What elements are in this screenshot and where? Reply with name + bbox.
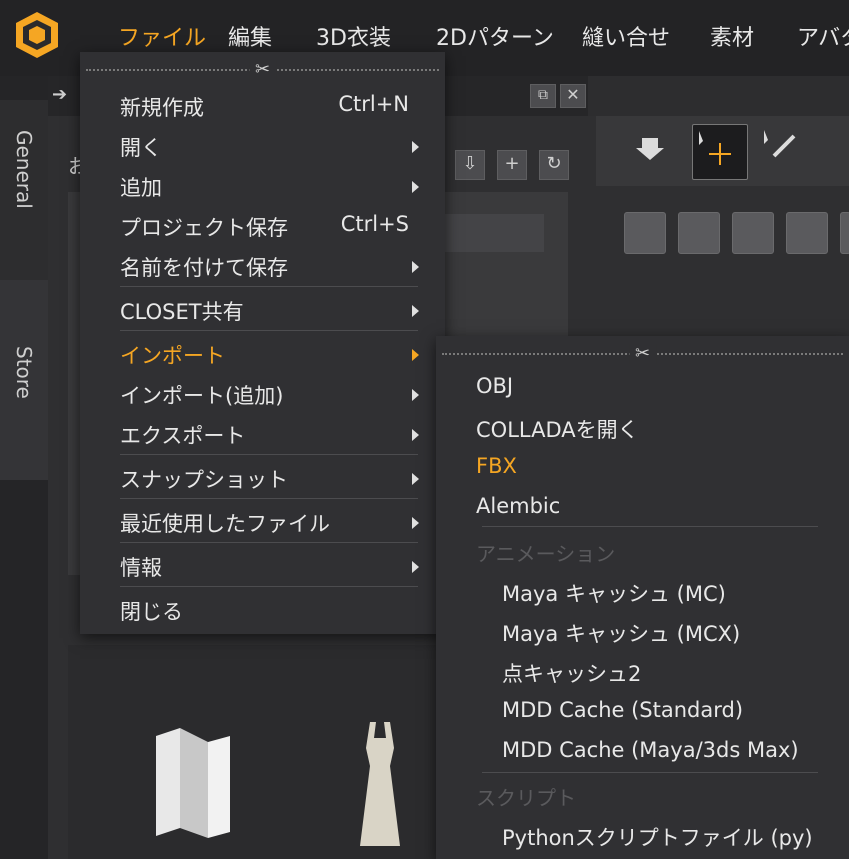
menu-separator [120, 498, 418, 499]
menu-edit[interactable]: 編集 [228, 20, 272, 52]
menu-avatar[interactable]: アバタ [797, 20, 849, 52]
arrow-right-icon[interactable]: ➔ [52, 84, 67, 105]
avatar-tools [596, 186, 849, 336]
menu-item-import-add[interactable]: インポート(追加) [80, 374, 445, 412]
tab-store-label: Store [12, 346, 36, 399]
move-tool-icon[interactable] [692, 124, 748, 180]
menu-file[interactable]: ファイル [118, 20, 206, 52]
import-fbx[interactable]: FBX [476, 454, 517, 478]
extra-icon[interactable] [840, 212, 849, 254]
menu-separator [120, 454, 418, 455]
import-collada[interactable]: COLLADAを開く [476, 414, 639, 444]
menu-item-open[interactable]: 開く [80, 126, 445, 164]
menu-item-label: 新規作成 [120, 96, 204, 120]
menu-item-closet-share[interactable]: CLOSET共有 [80, 290, 445, 328]
submenu-arrow-icon [412, 517, 419, 529]
menu-item-shortcut: Ctrl+S [340, 212, 409, 236]
menu-3d-garment[interactable]: 3D衣装 [316, 20, 391, 52]
submenu-arrow-icon [412, 561, 419, 573]
menu-item-label: 開く [120, 136, 162, 160]
submenu-arrow-icon [412, 181, 419, 193]
tab-store[interactable]: Store [0, 280, 48, 480]
file-menu-tearoff[interactable]: ✂ [86, 60, 439, 80]
menu-item-new[interactable]: 新規作成 Ctrl+N [80, 86, 445, 124]
submenu-arrow-icon [412, 141, 419, 153]
script-header: スクリプト [476, 786, 576, 810]
submenu-arrow-icon [412, 305, 419, 317]
download-icon[interactable]: ⇩ [455, 150, 485, 180]
import-alembic[interactable]: Alembic [476, 494, 560, 518]
animation-header: アニメーション [476, 542, 616, 566]
menu-item-label: CLOSET共有 [120, 300, 244, 324]
menu-item-label: エクスポート [120, 424, 246, 448]
menu-item-import[interactable]: インポート [80, 334, 445, 372]
import-python-script[interactable]: Pythonスクリプトファイル (py) [502, 822, 813, 852]
import-submenu-tearoff[interactable]: ✂ [442, 344, 843, 364]
menu-item-recent-files[interactable]: 最近使用したファイル [80, 502, 445, 540]
menu-item-label: インポート [120, 344, 225, 368]
menu-item-label: スナップショット [120, 468, 288, 492]
tab-general[interactable]: General [0, 100, 48, 280]
import-mdd-maya-3ds[interactable]: MDD Cache (Maya/3ds Max) [502, 738, 799, 762]
menu-item-label: 閉じる [120, 600, 183, 624]
menu-separator [482, 526, 818, 527]
close-icon[interactable]: ✕ [560, 84, 586, 108]
menu-item-label: 追加 [120, 176, 162, 200]
points-icon[interactable] [732, 212, 774, 254]
submenu-arrow-icon [412, 261, 419, 273]
refresh-icon[interactable]: ↻ [539, 150, 569, 180]
menu-separator [120, 286, 418, 287]
avatar-icon[interactable] [786, 212, 828, 254]
pen-tool-icon[interactable] [760, 126, 800, 166]
menu-item-label: 名前を付けて保存 [120, 256, 288, 280]
submenu-arrow-icon [412, 473, 419, 485]
menu-item-add[interactable]: 追加 [80, 166, 445, 204]
menu-item-snapshot[interactable]: スナップショット [80, 458, 445, 496]
menu-item-label: 最近使用したファイル [120, 512, 330, 536]
import-maya-mc[interactable]: Maya キャッシュ (MC) [502, 578, 726, 608]
app-logo-icon[interactable] [12, 10, 62, 60]
import-point-cache2[interactable]: 点キャッシュ2 [502, 658, 641, 688]
import-maya-mcx[interactable]: Maya キャッシュ (MCX) [502, 618, 740, 648]
scissors-icon: ✂ [628, 344, 657, 364]
avatar-box-icon[interactable] [624, 212, 666, 254]
import-mdd-standard[interactable]: MDD Cache (Standard) [502, 698, 743, 722]
menu-sewing[interactable]: 縫い合せ [582, 20, 670, 52]
menu-separator [120, 330, 418, 331]
menu-separator [120, 586, 418, 587]
menu-2d-pattern[interactable]: 2Dパターン [436, 20, 554, 52]
menu-item-close[interactable]: 閉じる [80, 590, 445, 628]
scissors-icon: ✂ [248, 60, 277, 80]
menu-item-save-as[interactable]: 名前を付けて保存 [80, 246, 445, 284]
submenu-arrow-icon [412, 429, 419, 441]
import-obj[interactable]: OBJ [476, 374, 513, 398]
folder-icon[interactable] [150, 728, 234, 838]
menu-item-label: インポート(追加) [120, 384, 284, 408]
dress-icon[interactable] [350, 718, 410, 848]
menu-item-label: プロジェクト保存 [120, 216, 288, 240]
submenu-arrow-icon [412, 349, 419, 361]
library-tree-selected[interactable] [440, 214, 544, 252]
garment-icon[interactable] [678, 212, 720, 254]
sidebar: General Store [0, 76, 48, 859]
menu-separator [482, 772, 818, 773]
tab-general-label: General [12, 130, 36, 209]
menu-material[interactable]: 素材 [710, 20, 754, 52]
menu-separator [120, 542, 418, 543]
import-submenu: ✂ OBJ COLLADAを開く FBX Alembic アニメーション May… [436, 336, 849, 859]
menu-item-save-project[interactable]: プロジェクト保存 Ctrl+S [80, 206, 445, 244]
plus-icon[interactable]: + [497, 150, 527, 180]
menu-item-shortcut: Ctrl+N [338, 92, 409, 116]
menu-item-info[interactable]: 情報 [80, 546, 445, 584]
down-arrow-tool-icon[interactable] [630, 126, 670, 166]
menu-item-label: 情報 [120, 556, 162, 580]
menu-item-export[interactable]: エクスポート [80, 414, 445, 452]
popout-icon[interactable]: ⧉ [530, 84, 556, 108]
submenu-arrow-icon [412, 389, 419, 401]
file-menu: ✂ 新規作成 Ctrl+N 開く 追加 プロジェクト保存 Ctrl+S 名前を付… [80, 52, 445, 634]
